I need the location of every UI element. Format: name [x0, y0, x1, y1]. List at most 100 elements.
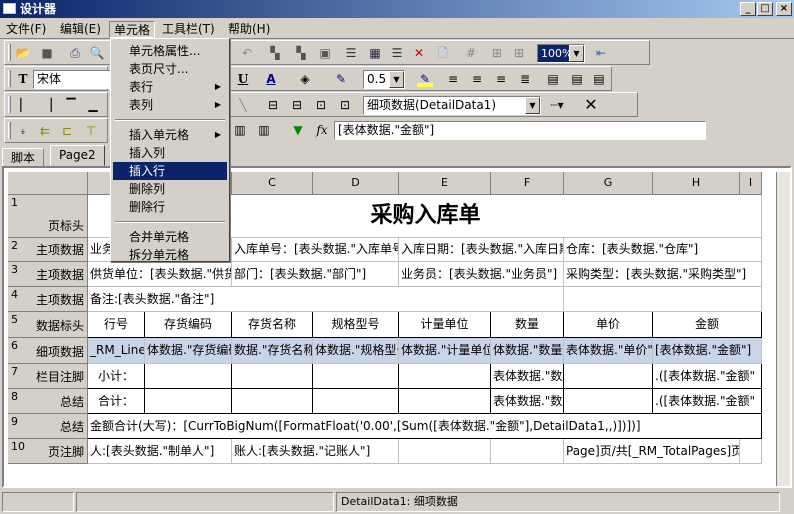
grid-cell[interactable]: 行号 — [88, 312, 145, 338]
grid-cell[interactable]: 数量 — [491, 312, 564, 338]
grid-align-icon[interactable]: ⊞ — [489, 45, 505, 61]
fill-color-icon[interactable]: ◈ — [297, 71, 313, 87]
justify-icon[interactable]: ≣ — [517, 71, 533, 87]
column-header-D[interactable]: D — [313, 172, 399, 195]
menu-item[interactable]: 合并单元格 — [113, 228, 227, 246]
band-type-select[interactable]: 细项数据(DetailData1) ▼ — [363, 96, 541, 115]
menu-item[interactable]: 表列 ▶ — [113, 96, 227, 114]
menu-edit[interactable]: 编辑(E) — [56, 21, 105, 38]
insert-field-icon[interactable]: ⍖ — [15, 123, 31, 139]
grid-icon[interactable]: # — [463, 45, 479, 61]
open-icon[interactable]: 📂 — [15, 45, 31, 61]
grid-cell[interactable]: 业务员：[表头数据."业务员"] — [399, 262, 564, 287]
valign-middle-icon[interactable]: ▤ — [569, 71, 585, 87]
align-center-icon[interactable]: ≡ — [469, 71, 485, 87]
merge-icon[interactable]: ⊟ — [289, 97, 305, 113]
grid-cell[interactable]: Page]页/共[_RM_TotalPages]页 — [564, 439, 740, 464]
menu-item[interactable]: 删除行 — [113, 198, 227, 216]
grid-cell[interactable]: 存货编码 — [145, 312, 232, 338]
border-bottom-icon[interactable]: ▁ — [85, 97, 101, 113]
save-icon[interactable]: ■ — [39, 45, 55, 61]
menu-file[interactable]: 文件(F) — [2, 21, 50, 38]
menu-toolbar[interactable]: 工具栏(T) — [158, 21, 219, 38]
grid-cell[interactable] — [564, 287, 762, 312]
border-left-icon[interactable]: ▏ — [17, 97, 33, 113]
vertical-scrollbar[interactable] — [776, 172, 790, 486]
grid-cell[interactable]: 体数据."数量" — [491, 338, 564, 364]
grid-cell[interactable]: 入库单号：[表头数据."入库单号"] — [232, 238, 399, 262]
insert-band-icon[interactable]: ☰ — [343, 45, 359, 61]
add-row-icon[interactable]: ⊡ — [337, 97, 353, 113]
menu-item[interactable]: 拆分单元格 — [113, 246, 227, 264]
grid-cell[interactable]: 人:[表头数据."制单人"] — [88, 439, 232, 464]
grid-cell[interactable]: 体数据."计量单位" — [399, 338, 491, 364]
row-header[interactable]: 8 总结 — [8, 389, 88, 414]
minimize-button[interactable]: _ — [740, 2, 756, 16]
grid-cell[interactable]: 金额合计(大写)：[CurrToBigNum([FormatFloat('0.0… — [88, 414, 762, 439]
grid-cell[interactable]: 计量单位 — [399, 312, 491, 338]
insert-data-icon[interactable]: ▼ — [290, 122, 306, 138]
grid-cell[interactable]: 备注:[表头数据."备注"] — [88, 287, 564, 312]
diagonal-icon[interactable]: ╲ — [235, 97, 251, 113]
grid-cell[interactable] — [145, 389, 232, 414]
menu-item[interactable]: 插入单元格 ▶ — [113, 126, 227, 144]
border-top-icon[interactable]: ▔ — [63, 97, 79, 113]
cell-grid-icon[interactable]: ⊞ — [511, 45, 527, 61]
exit-icon[interactable]: ⇤ — [593, 45, 609, 61]
grid-cell[interactable]: 金额 — [653, 312, 762, 338]
page-icon[interactable]: 🗋 — [435, 45, 451, 61]
row-header[interactable]: 4 主项数据 — [8, 287, 88, 312]
menu-item[interactable]: 删除列 — [113, 180, 227, 198]
menu-item[interactable]: 插入行 — [113, 162, 227, 180]
grid-cell[interactable]: 体数据."规格型号" — [313, 338, 399, 364]
align-left-icon[interactable]: ≡ — [445, 71, 461, 87]
fx-icon[interactable]: fx — [314, 122, 330, 138]
column-header-F[interactable]: F — [491, 172, 564, 195]
column-header-G[interactable]: G — [564, 172, 653, 195]
grid-cell[interactable]: _RM_Line — [88, 338, 145, 364]
grid-cell[interactable]: 供货单位：[表头数据."供货单位"] — [88, 262, 232, 287]
grid-cell[interactable]: 体数据."存货编码" — [145, 338, 232, 364]
menu-item[interactable]: 插入列 — [113, 144, 227, 162]
grid-cell[interactable] — [399, 439, 491, 464]
grid-cell[interactable]: 采购类型：[表头数据."采购类型"] — [564, 262, 762, 287]
column-header-H[interactable]: H — [653, 172, 740, 195]
insert-row-icon[interactable]: ⊤ — [83, 123, 99, 139]
column-header-C[interactable]: C — [232, 172, 313, 195]
row-header[interactable]: 7 栏目注脚 — [8, 364, 88, 389]
bring-front-icon[interactable]: ▚ — [267, 45, 283, 61]
grid-cell[interactable]: [表体数据."金额"] — [653, 338, 762, 364]
send-back-icon[interactable]: ▚ — [293, 45, 309, 61]
insert-left-icon[interactable]: ⇇ — [37, 123, 53, 139]
highlight-icon[interactable]: ✎ — [417, 71, 433, 87]
underline-icon[interactable]: U — [235, 71, 251, 87]
grid-cell[interactable] — [145, 364, 232, 389]
line-width-select[interactable]: 0.5 ▼ — [363, 70, 405, 89]
row-header[interactable]: 6 细项数据 — [8, 338, 88, 364]
valign-top-icon[interactable]: ▤ — [545, 71, 561, 87]
grid-cell[interactable] — [564, 364, 653, 389]
grid-cell[interactable]: 小计： — [88, 364, 145, 389]
row-header[interactable]: 2 主项数据 — [8, 238, 88, 262]
menu-cell[interactable]: 单元格 — [109, 21, 156, 38]
frame-icon[interactable]: ▣ — [317, 45, 333, 61]
grid-cell[interactable]: 存货名称 — [232, 312, 313, 338]
grid-cell[interactable]: 表体数据."数量" — [491, 389, 564, 414]
preview-icon[interactable]: 🔍 — [89, 45, 105, 61]
grid-cell[interactable] — [564, 389, 653, 414]
grid-cell[interactable] — [399, 389, 491, 414]
formula-input[interactable]: [表体数据."金额"] — [334, 121, 706, 140]
column-header-E[interactable]: E — [399, 172, 491, 195]
undo-icon[interactable]: ↶ — [239, 45, 255, 61]
menu-item[interactable]: 表行 ▶ — [113, 78, 227, 96]
zoom-select[interactable]: 100% ▼ — [537, 44, 585, 63]
font-color-icon[interactable]: A — [263, 71, 279, 87]
close-button[interactable]: × — [776, 2, 792, 16]
row-header[interactable]: 1 页标头 — [8, 195, 88, 238]
grid-cell[interactable]: 账人:[表头数据."记账人"] — [232, 439, 399, 464]
grid-cell[interactable]: 规格型号 — [313, 312, 399, 338]
grid-cell[interactable]: 部门：[表头数据."部门"] — [232, 262, 399, 287]
menu-item[interactable]: 单元格属性... — [113, 42, 227, 60]
maximize-button[interactable]: □ — [757, 2, 773, 16]
grid-cell[interactable]: 入库日期：[表头数据."入库日期"] — [399, 238, 564, 262]
